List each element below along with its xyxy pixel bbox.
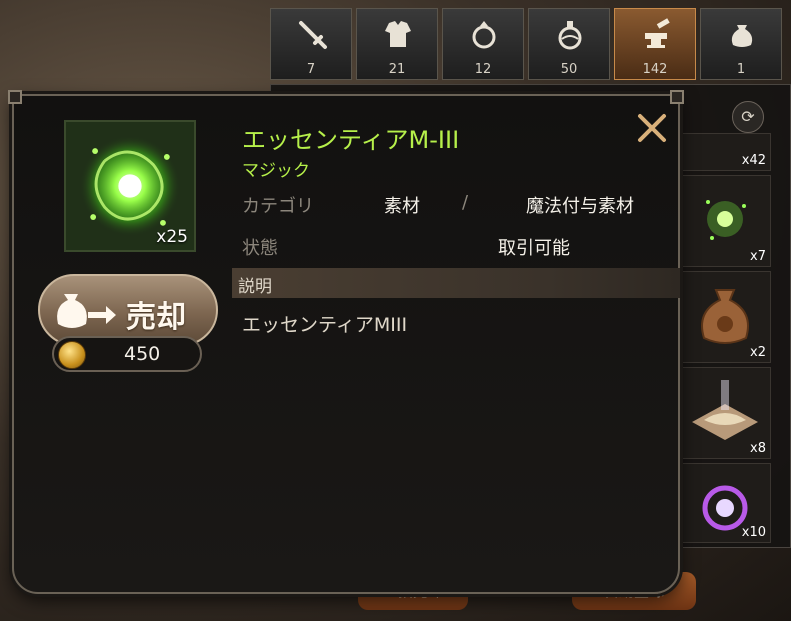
slot-quantity: x2	[750, 345, 766, 360]
category-separator: /	[462, 192, 469, 213]
tab-materials[interactable]: 142	[614, 8, 696, 80]
tab-consumables[interactable]: 50	[528, 8, 610, 80]
item-quantity: x25	[156, 227, 188, 247]
sell-price: 450	[52, 336, 202, 372]
sword-icon	[299, 21, 327, 49]
close-icon	[638, 114, 666, 142]
tab-accessories[interactable]: 12	[442, 8, 524, 80]
slot-quantity: x42	[741, 153, 766, 168]
tab-count: 50	[560, 62, 578, 77]
refresh-icon: ⟳	[741, 107, 755, 126]
tab-weapons[interactable]: 7	[270, 8, 352, 80]
slot-quantity: x10	[741, 525, 766, 540]
sell-button-label: 売却	[126, 300, 186, 335]
pouch-icon	[701, 289, 749, 344]
sell-bag-arrow-icon	[57, 294, 116, 328]
potion-icon	[558, 21, 582, 50]
slot-quantity: x8	[750, 441, 766, 456]
tab-count: 142	[642, 62, 668, 77]
ring-icon	[472, 21, 496, 49]
status-value: 取引可能	[498, 238, 570, 259]
tab-count: 21	[388, 62, 406, 77]
category-sub: 魔法付与素材	[526, 196, 634, 217]
inventory-slot[interactable]: x2	[679, 271, 771, 363]
item-name: エッセンティアM-III	[242, 126, 460, 154]
inventory-slot[interactable]: x42	[679, 133, 771, 171]
tab-count: 1	[736, 62, 746, 77]
description-header: 説明	[232, 268, 680, 298]
tab-armor[interactable]: 21	[356, 8, 438, 80]
inventory-slot[interactable]: x10	[679, 463, 771, 543]
description-header-label: 説明	[238, 277, 272, 297]
frame-corner	[670, 90, 684, 104]
status-label: 状態	[242, 238, 278, 259]
category-label: カテゴリ	[242, 196, 314, 217]
item-detail-popup: x25 売却 450 エッセンティアM-III マジック カテゴリ 素材 / 魔…	[8, 90, 684, 594]
description-text: エッセンティアMIII	[242, 314, 408, 336]
item-rarity: マジック	[242, 161, 310, 181]
tab-misc[interactable]: 1	[700, 8, 782, 80]
bag-icon	[731, 25, 753, 47]
sell-price-value: 450	[124, 343, 161, 365]
category-main: 素材	[384, 196, 420, 217]
sort-button[interactable]: ⟳	[732, 101, 764, 133]
gold-coin-icon	[58, 341, 86, 369]
slot-quantity: x7	[750, 249, 766, 264]
anvil-icon	[645, 18, 670, 48]
item-icon-slot: x25	[64, 120, 196, 252]
tab-count: 12	[474, 62, 492, 77]
essence-icon	[706, 200, 746, 240]
armor-icon	[385, 21, 411, 47]
dust-pile-icon	[692, 380, 758, 440]
frame-corner	[8, 90, 22, 104]
inventory-slot[interactable]: x8	[679, 367, 771, 459]
tab-count: 7	[306, 62, 316, 77]
close-button[interactable]	[634, 110, 670, 146]
inventory-slot[interactable]: x7	[679, 175, 771, 267]
